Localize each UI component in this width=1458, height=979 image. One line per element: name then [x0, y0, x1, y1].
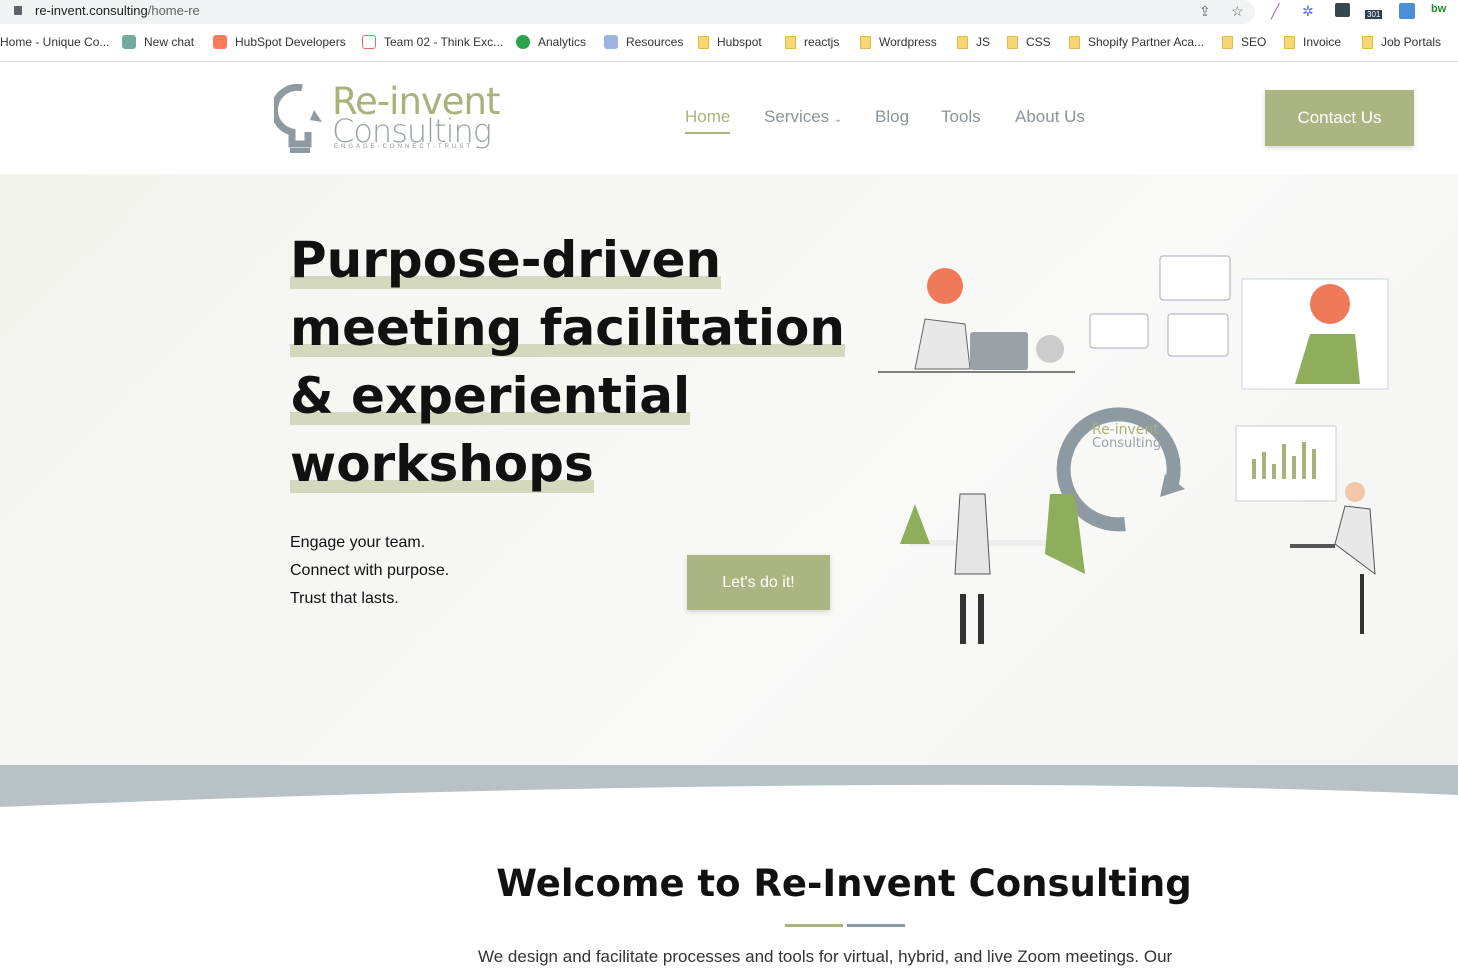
- extension-icon[interactable]: [1335, 3, 1350, 17]
- nav-blog[interactable]: Blog: [875, 107, 909, 127]
- resources-icon: [604, 35, 618, 49]
- bw-extension-icon[interactable]: bw: [1431, 3, 1446, 15]
- hero-subtitle: Engage your team. Connect with purpose. …: [290, 529, 449, 613]
- folder-icon: [698, 35, 709, 49]
- hero-illustration: Re-invent Consulting: [878, 255, 1389, 644]
- underline-gray: [847, 924, 905, 927]
- bookmark-item[interactable]: Wordpress: [860, 35, 937, 49]
- bookmark-item[interactable]: reactjs: [785, 35, 839, 49]
- folder-icon: [1222, 35, 1233, 49]
- bookmark-item[interactable]: CSS: [1007, 35, 1051, 49]
- welcome-title: Welcome to Re-Invent Consulting: [496, 862, 1192, 905]
- nav-services[interactable]: Services ⌄: [764, 107, 842, 127]
- bookmark-item[interactable]: SEO: [1222, 35, 1266, 49]
- feather-extension-icon[interactable]: ╱: [1271, 3, 1279, 20]
- lets-do-it-button[interactable]: Let's do it!: [687, 555, 830, 610]
- analytics-icon: [516, 35, 530, 49]
- snowflake-extension-icon[interactable]: ✲: [1302, 3, 1314, 20]
- team-meeting-illustration: [900, 493, 1085, 644]
- hero-sub-line: Trust that lasts.: [290, 590, 399, 607]
- bookmark-item[interactable]: Team 02 - Think Exc...: [362, 35, 503, 49]
- logo-arrow-illustration: Re-invent Consulting: [1056, 407, 1185, 532]
- bookmark-label: JS: [976, 35, 991, 49]
- star-icon[interactable]: ☆: [1231, 3, 1244, 20]
- bookmark-label: reactjs: [804, 35, 840, 49]
- hero-sub-line: Connect with purpose.: [290, 562, 450, 579]
- bookmark-label: Wordpress: [879, 35, 937, 49]
- folder-icon: [785, 35, 796, 49]
- hero-sub-line: Engage your team.: [290, 534, 426, 551]
- bookmark-label: Resources: [626, 35, 684, 49]
- folder-icon: [1284, 35, 1295, 49]
- bookmark-label: Analytics: [538, 35, 587, 49]
- nav-services-label: Services: [764, 107, 830, 126]
- hero-title: Purpose-driven meeting facilitation & ex…: [290, 226, 845, 498]
- hero-title-line: & experiential: [290, 367, 691, 425]
- illustration-logo-text: Consulting: [1092, 436, 1161, 451]
- video-call-illustration: [1089, 255, 1389, 390]
- bookmark-label: HubSpot Developers: [235, 35, 346, 49]
- bookmark-label: Team 02 - Think Exc...: [384, 35, 504, 49]
- bookmark-item[interactable]: JS: [957, 35, 990, 49]
- url-host: re-invent.consulting: [35, 3, 148, 18]
- url-field[interactable]: re-invent.consulting/home-re: [0, 0, 1255, 24]
- logo[interactable]: Re-invent Consulting ENGAGE-CONNECT-TRUS…: [274, 80, 504, 158]
- hero-title-line: meeting facilitation: [290, 299, 845, 357]
- share-icon[interactable]: ⇪: [1199, 3, 1211, 20]
- hero-title-line: workshops: [290, 435, 594, 493]
- underline-accent: [785, 924, 843, 927]
- chevron-down-icon: ⌄: [833, 114, 843, 125]
- bookmark-label: Hubspot: [717, 35, 762, 49]
- bookmark-label: Shopify Partner Aca...: [1088, 35, 1205, 49]
- welcome-intro: We design and facilitate processes and t…: [478, 947, 1173, 966]
- bookmark-item[interactable]: Invoice: [1284, 35, 1341, 49]
- chart-board-illustration: [1235, 425, 1337, 502]
- person-laptop-illustration: [878, 268, 1075, 373]
- bookmark-label: CSS: [1026, 35, 1051, 49]
- house-icon: [362, 35, 376, 49]
- folder-icon: [1007, 35, 1018, 49]
- bookmark-item[interactable]: Resources: [604, 35, 683, 49]
- bookmarks-bar: Home - Unique Co... New chat HubSpot Devel…: [0, 30, 1458, 56]
- window-extension-icon[interactable]: [1399, 3, 1415, 19]
- folder-icon: [957, 35, 968, 49]
- section-wave-divider: [0, 765, 1458, 807]
- contact-us-button[interactable]: Contact Us: [1265, 90, 1414, 146]
- bookmark-label: Job Portals: [1381, 35, 1442, 49]
- logo-tagline: ENGAGE-CONNECT-TRUST: [334, 144, 474, 150]
- bookmark-item[interactable]: HubSpot Developers: [213, 35, 346, 49]
- bookmark-label: New chat: [144, 35, 195, 49]
- nav-about-us[interactable]: About Us: [1015, 107, 1085, 127]
- url-path: /home-re: [147, 3, 200, 18]
- bookmark-item[interactable]: Analytics: [516, 35, 586, 49]
- folder-icon: [1362, 35, 1373, 49]
- bookmark-label: SEO: [1241, 35, 1267, 49]
- bookmark-item[interactable]: Hubspot: [698, 35, 762, 49]
- lightbulb-logo-icon: [274, 83, 322, 153]
- site-header: Re-invent Consulting ENGAGE-CONNECT-TRUS…: [0, 62, 1458, 174]
- bookmark-item[interactable]: New chat: [122, 35, 194, 49]
- nav-home[interactable]: Home: [685, 107, 731, 134]
- title-underline: [785, 924, 905, 927]
- hero-title-line: Purpose-driven: [290, 231, 722, 289]
- redirect-extension-icon[interactable]: 301: [1365, 10, 1383, 19]
- address-bar[interactable]: re-invent.consulting/home-re ⇪ ☆ ╱ ✲ 301…: [0, 0, 1458, 24]
- lock-icon: [14, 6, 22, 15]
- chatgpt-icon: [122, 35, 136, 49]
- folder-icon: [860, 35, 871, 49]
- bookmark-item[interactable]: Home - Unique Co...: [0, 35, 109, 49]
- folder-icon: [1069, 35, 1080, 49]
- hubspot-icon: [213, 35, 227, 49]
- bookmark-label: Home - Unique Co...: [0, 35, 110, 49]
- hero-section: Purpose-driven meeting facilitation & ex…: [0, 174, 1458, 766]
- bookmark-item[interactable]: Shopify Partner Aca...: [1069, 35, 1204, 49]
- bookmark-label: Invoice: [1303, 35, 1342, 49]
- nav-tools[interactable]: Tools: [941, 107, 981, 127]
- person-desk-illustration: [1290, 482, 1376, 634]
- bookmark-item[interactable]: Job Portals: [1362, 35, 1441, 49]
